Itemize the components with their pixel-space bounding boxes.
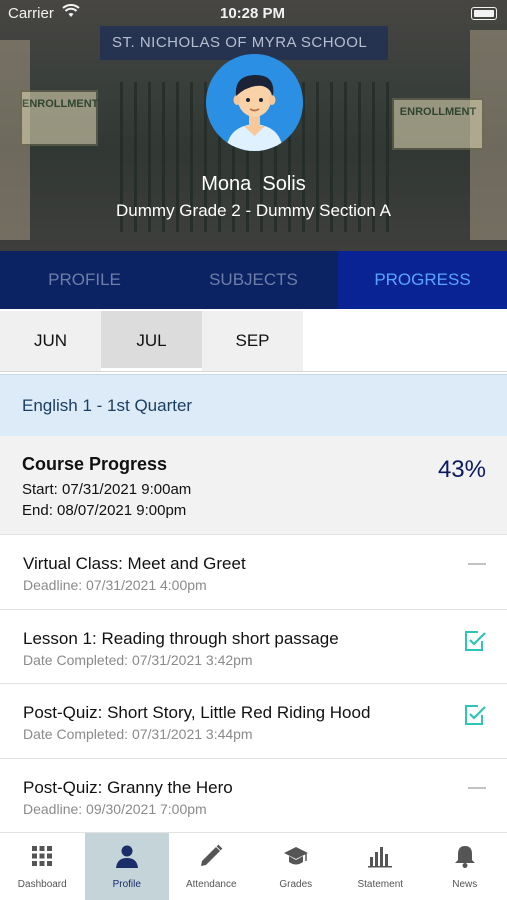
bell-icon bbox=[454, 846, 475, 868]
school-sign-text: ST. NICHOLAS OF MYRA SCHOOL bbox=[112, 34, 368, 51]
checkbox-checked-icon bbox=[465, 630, 486, 651]
activity-detail: Date Completed: 07/31/2021 3:42pm bbox=[23, 651, 253, 668]
enrollment-board-right: ENROLLMENT bbox=[392, 98, 484, 150]
enrollment-board-left: ENROLLMENT bbox=[20, 90, 98, 146]
list-item[interactable]: Post-Quiz: Short Story, Little Red Ridin… bbox=[0, 683, 507, 758]
nav-statement[interactable]: Statement bbox=[338, 833, 423, 900]
person-icon bbox=[115, 845, 138, 868]
progress-percent: 43% bbox=[437, 456, 486, 483]
month-jun[interactable]: JUN bbox=[0, 311, 101, 371]
nav-label: Attendance bbox=[185, 879, 237, 890]
activity-title: Lesson 1: Reading through short passage bbox=[23, 628, 339, 648]
bottom-nav: Dashboard Profile Attendance Grades Stat… bbox=[0, 832, 507, 900]
nav-label: News bbox=[452, 879, 478, 890]
checkbox-checked-icon bbox=[465, 705, 486, 725]
nav-label: Grades bbox=[279, 879, 313, 890]
profile-tabs: PROFILE SUBJECTS PROGRESS bbox=[0, 251, 507, 309]
course-title: English 1 - 1st Quarter bbox=[22, 396, 193, 415]
course-header[interactable]: English 1 - 1st Quarter bbox=[0, 374, 507, 436]
activity-list: Virtual Class: Meet and Greet Deadline: … bbox=[0, 534, 507, 832]
nav-label: Dashboard bbox=[17, 879, 67, 890]
tab-profile[interactable]: PROFILE bbox=[0, 251, 169, 309]
progress-start: Start: 07/31/2021 9:00am bbox=[22, 481, 192, 498]
list-item[interactable]: Lesson 1: Reading through short passage … bbox=[0, 608, 507, 684]
month-jul[interactable]: JUL bbox=[101, 311, 202, 371]
month-selector: JUN JUL SEP bbox=[0, 311, 507, 372]
course-progress-summary: Course Progress Start: 07/31/2021 9:00am… bbox=[0, 436, 507, 534]
graduation-cap-icon bbox=[283, 847, 308, 865]
list-item[interactable]: Post-Quiz: Granny the Hero Deadline: 09/… bbox=[0, 757, 507, 833]
status-bar: Carrier 10:28 PM bbox=[0, 0, 507, 28]
dash-icon bbox=[468, 786, 486, 789]
grid-icon bbox=[32, 846, 53, 866]
activity-title: Virtual Class: Meet and Greet bbox=[23, 554, 246, 573]
dash-icon bbox=[468, 563, 486, 565]
activity-detail: Date Completed: 07/31/2021 3:44pm bbox=[23, 726, 253, 742]
tab-subjects[interactable]: SUBJECTS bbox=[169, 251, 338, 309]
bar-chart-icon bbox=[368, 847, 393, 868]
clock: 10:28 PM bbox=[220, 5, 286, 22]
student-avatar-icon bbox=[206, 54, 303, 151]
progress-end: End: 08/07/2021 9:00pm bbox=[22, 502, 187, 519]
grade-section: Dummy Grade 2 - Dummy Section A bbox=[116, 201, 391, 220]
profile-header: ST. NICHOLAS OF MYRA SCHOOL ENROLLMENT E… bbox=[0, 0, 507, 251]
activity-detail: Deadline: 07/31/2021 4:00pm bbox=[23, 577, 207, 593]
pencil-icon bbox=[201, 844, 223, 866]
nav-attendance[interactable]: Attendance bbox=[169, 833, 254, 900]
student-name: Mona Solis bbox=[201, 173, 306, 195]
nav-label: Profile bbox=[112, 879, 141, 890]
month-sep[interactable]: SEP bbox=[202, 311, 303, 371]
battery-icon bbox=[471, 7, 497, 20]
progress-heading: Course Progress bbox=[22, 454, 168, 474]
nav-grades[interactable]: Grades bbox=[254, 833, 339, 900]
activity-title: Post-Quiz: Granny the Hero bbox=[23, 777, 233, 797]
tab-progress[interactable]: PROGRESS bbox=[338, 251, 507, 309]
nav-profile[interactable]: Profile bbox=[84, 833, 169, 900]
list-item[interactable]: Virtual Class: Meet and Greet Deadline: … bbox=[0, 534, 507, 609]
carrier-label: Carrier bbox=[8, 5, 54, 22]
avatar[interactable] bbox=[206, 54, 303, 151]
activity-title: Post-Quiz: Short Story, Little Red Ridin… bbox=[23, 703, 371, 722]
nav-news[interactable]: News bbox=[423, 833, 507, 900]
wifi-icon bbox=[62, 4, 80, 21]
nav-dashboard[interactable]: Dashboard bbox=[0, 833, 85, 900]
nav-label: Statement bbox=[357, 879, 404, 890]
activity-detail: Deadline: 09/30/2021 7:00pm bbox=[23, 800, 207, 817]
